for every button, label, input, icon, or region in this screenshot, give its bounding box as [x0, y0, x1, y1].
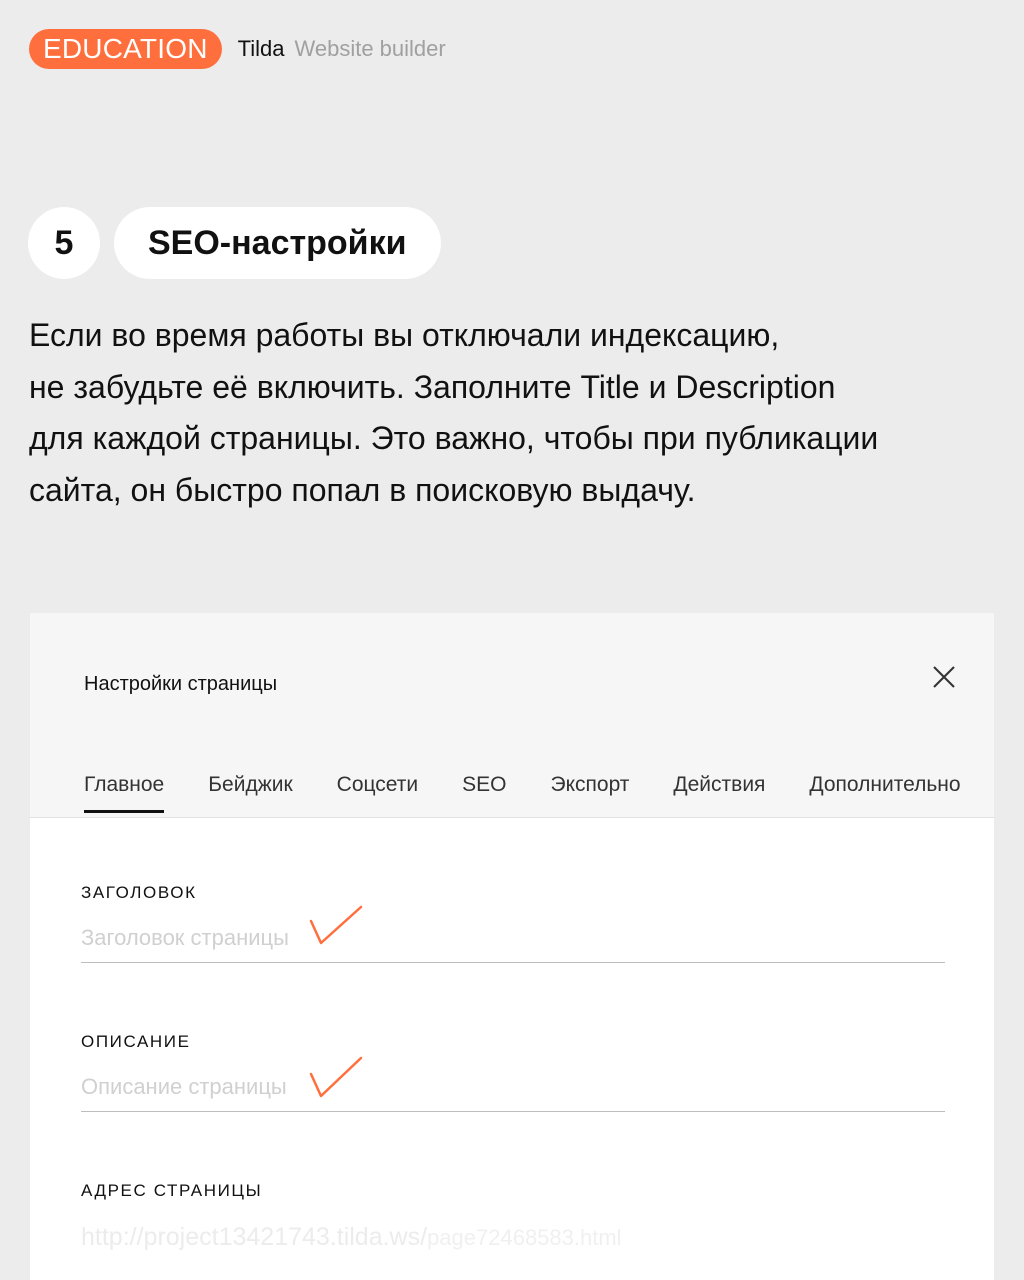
panel-title: Настройки страницы — [84, 673, 278, 695]
intro-line: Если во время работы вы отключали индекс… — [29, 317, 780, 353]
tab-social[interactable]: Соцсети — [337, 773, 418, 813]
description-field-label: ОПИСАНИЕ — [81, 1032, 191, 1051]
header: EDUCATION Tilda Website builder — [29, 29, 446, 69]
step-heading: 5 SEO-настройки — [28, 207, 441, 279]
settings-tabs: Главное Бейджик Соцсети SEO Экспорт Дейс… — [84, 773, 961, 813]
panel-header: Настройки страницы Главное Бейджик Соцсе… — [30, 613, 994, 818]
address-page: page72468583.html — [427, 1225, 622, 1250]
tab-seo[interactable]: SEO — [462, 773, 506, 813]
step-number: 5 — [28, 207, 100, 279]
address-input[interactable]: http://project13421743.tilda.ws/page7246… — [81, 1223, 945, 1252]
tab-additional[interactable]: Дополнительно — [809, 773, 960, 813]
education-badge: EDUCATION — [29, 29, 222, 69]
tab-main[interactable]: Главное — [84, 773, 165, 813]
tab-export[interactable]: Экспорт — [551, 773, 630, 813]
description-field-group: ОПИСАНИЕ — [81, 1032, 945, 1112]
intro-line: не забудьте её включить. Заполните Title… — [29, 368, 836, 405]
address-field-label: АДРЕС СТРАНИЦЫ — [81, 1181, 263, 1200]
close-icon — [933, 666, 955, 688]
tab-badge[interactable]: Бейджик — [208, 773, 292, 813]
title-field-label: ЗАГОЛОВОК — [81, 883, 197, 902]
address-base: http://project13421743.tilda.ws/ — [81, 1223, 428, 1251]
intro-line: сайта, он быстро попал в поисковую выдач… — [29, 471, 696, 508]
title-input[interactable] — [81, 919, 945, 963]
step-title: SEO-настройки — [114, 207, 441, 279]
brand-subtitle: Website builder — [294, 36, 446, 61]
tab-actions[interactable]: Действия — [673, 773, 765, 813]
address-field-group: АДРЕС СТРАНИЦЫ http://project13421743.ti… — [81, 1181, 945, 1252]
intro-line: для каждой страницы. Это важно, чтобы пр… — [29, 420, 879, 456]
brand-name: Tilda — [237, 36, 285, 61]
intro-text: Если во время работы вы отключали индекс… — [29, 310, 989, 516]
title-field-group: ЗАГОЛОВОК — [81, 883, 945, 963]
description-input[interactable] — [81, 1068, 945, 1112]
page-settings-panel: Настройки страницы Главное Бейджик Соцсе… — [30, 613, 994, 1280]
close-button[interactable] — [928, 661, 960, 693]
